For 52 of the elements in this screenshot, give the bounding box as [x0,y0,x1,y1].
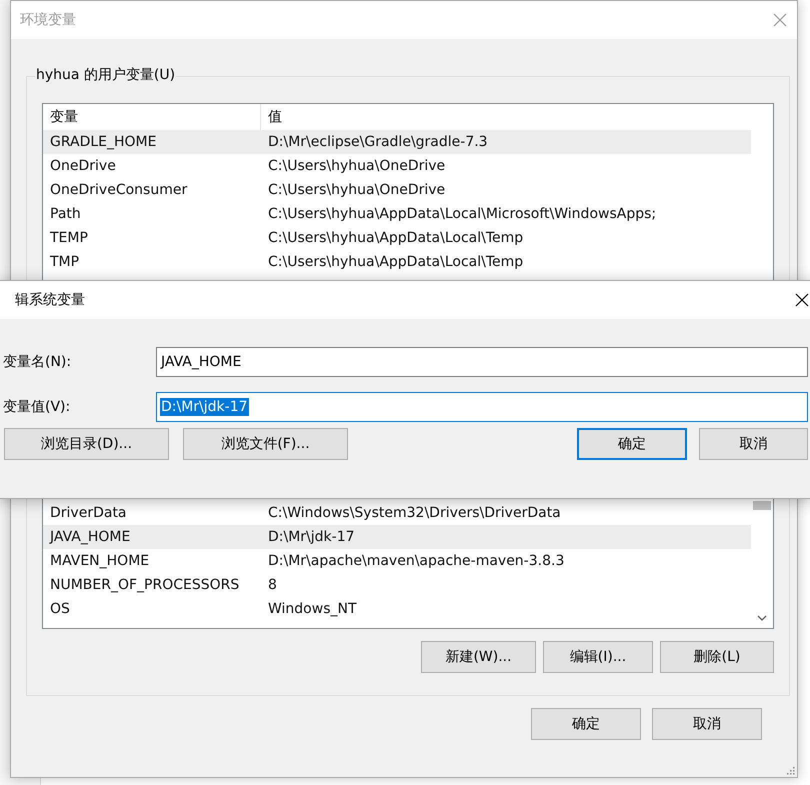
browse-button[interactable]: 浏览文件(F)... [183,428,348,460]
field-value: JAVA_HOME [160,353,242,371]
variable-value: C:\Users\hyhua\AppData\Local\Temp [267,230,524,246]
variable-value: 8 [267,577,277,593]
variable-value: C:\Users\hyhua\OneDrive [267,158,446,174]
cancel-button[interactable]: 取消 [699,428,808,460]
variable-value: C:\Users\hyhua\AppData\Local\Microsoft\WindowsApps; [267,206,656,222]
cancel-button[interactable]: 取消 [652,708,762,740]
variable-name: GRADLE_HOME [49,134,158,150]
variable-row[interactable]: Path C:\Users\hyhua\AppData\Local\Microsoft\WindowsApps; [43,202,751,226]
variable-row[interactable]: TMP C:\Users\hyhua\AppData\Local\Temp [43,250,751,274]
group-label: hyhua 的用户变量(U) [35,66,176,84]
variable-name: OneDriveConsumer [49,182,188,198]
variable-value: C:\Users\hyhua\AppData\Local\Temp [267,254,524,270]
variable-name: TEMP [49,230,89,246]
variable-value: C:\Users\hyhua\OneDrive [267,182,446,198]
field-label: 变量值(V): [3,398,72,416]
column-header[interactable]: 值 [261,104,282,130]
variable-row[interactable]: TEMP C:\Users\hyhua\AppData\Local\Temp [43,226,751,250]
ok-button[interactable]: 确定 [531,708,641,740]
variable-row[interactable]: OS Windows_NT [43,597,751,621]
variable-value: D:\Mr\apache\maven\apache-maven-3.8.3 [267,553,564,569]
variable-name: JAVA_HOME [48,529,132,545]
variable-value: D:\Mr\eclipse\Gradle\gradle-7.3 [267,134,488,150]
text-field[interactable]: D:\Mr\jdk-17 [156,392,808,422]
field-value: D:\Mr\jdk-17 [160,398,249,416]
list-action-button[interactable]: 删除(L) [660,641,774,673]
variable-name: Path [49,206,82,222]
list-action-button[interactable]: 新建(W)... [421,641,536,673]
variable-row[interactable]: OneDrive C:\Users\hyhua\OneDrive [43,154,751,178]
dialog-title: 辑系统变量 [15,291,85,309]
list-action-button[interactable]: 编辑(I)... [543,641,653,673]
variable-value: C:\Windows\System32\Drivers\DriverData [267,505,561,521]
variable-row[interactable]: JAVA_HOME D:\Mr\jdk-17 [43,525,751,549]
window-title: 环境变量 [20,11,76,29]
variable-row[interactable]: MAVEN_HOME D:\Mr\apache\maven\apache-maven-3.8.3 [43,549,751,573]
variable-name: TMP [49,254,80,270]
variable-value: Windows_NT [267,601,357,617]
variable-name: MAVEN_HOME [49,553,150,569]
variable-row[interactable]: OneDriveConsumer C:\Users\hyhua\OneDrive [43,178,751,202]
browse-button[interactable]: 浏览目录(D)... [4,428,169,460]
field-label: 变量名(N): [3,353,72,371]
variable-value: D:\Mr\jdk-17 [267,529,355,545]
variable-name: OneDrive [49,158,117,174]
text-field[interactable]: JAVA_HOME [156,347,808,377]
variable-row[interactable]: GRADLE_HOME D:\Mr\eclipse\Gradle\gradle-7.3 [43,130,751,154]
variable-row[interactable]: NUMBER_OF_PROCESSORS 8 [43,573,751,597]
variable-row[interactable]: DriverData C:\Windows\System32\Drivers\DriverData [43,501,751,525]
variable-name: NUMBER_OF_PROCESSORS [49,577,240,593]
variable-name: DriverData [49,505,128,521]
ok-button[interactable]: 确定 [577,428,687,460]
variable-name: OS [49,601,71,617]
